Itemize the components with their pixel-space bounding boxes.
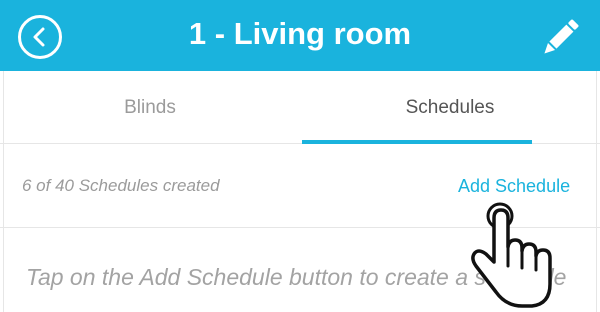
schedule-count: 6 of 40 Schedules created <box>22 176 220 195</box>
tab-blinds[interactable]: Blinds <box>0 71 300 144</box>
edit-button[interactable] <box>538 16 582 60</box>
page-title: 1 - Living room <box>188 16 412 51</box>
app-header: 1 - Living room <box>0 0 600 71</box>
add-schedule-button[interactable]: Add Schedule <box>458 176 570 197</box>
tab-schedules[interactable]: Schedules <box>300 71 600 144</box>
pencil-icon <box>544 19 579 54</box>
hand-pointer-icon <box>471 202 552 308</box>
tab-blinds-label: Blinds <box>124 96 176 118</box>
tab-bar: Blinds Schedules <box>0 71 600 144</box>
tab-schedules-label: Schedules <box>405 96 495 118</box>
